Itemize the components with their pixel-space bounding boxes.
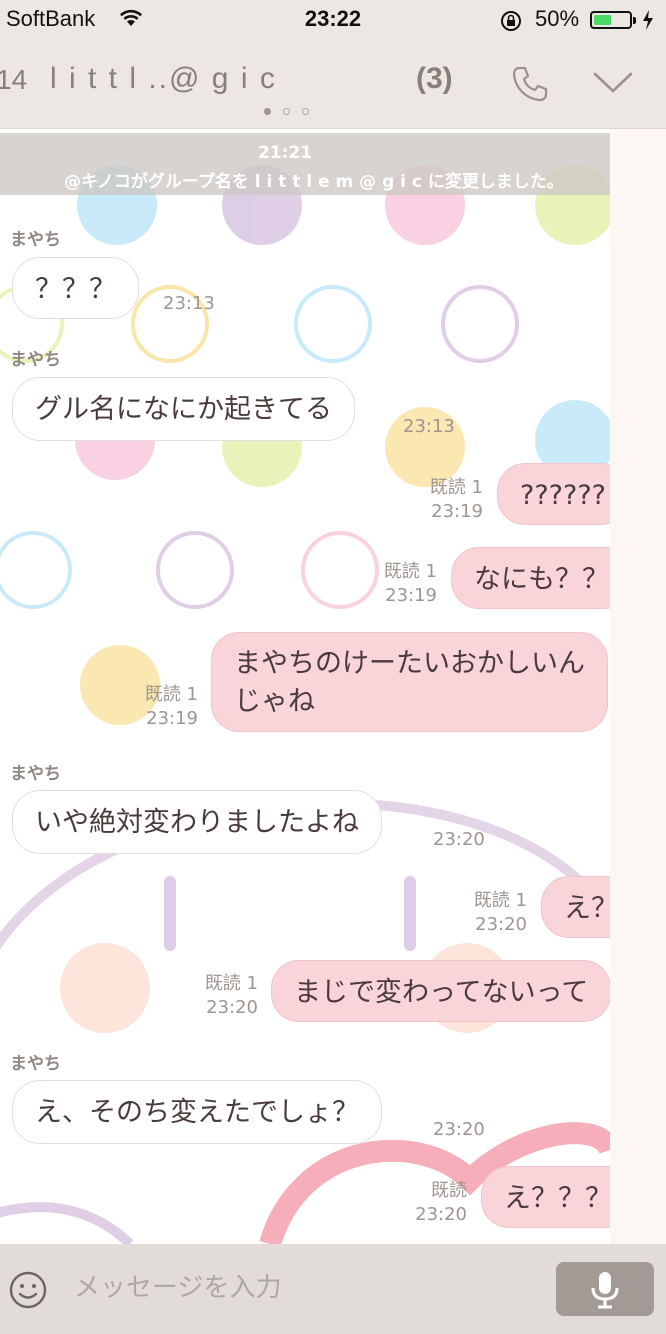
message-time: 23:13 bbox=[403, 416, 455, 437]
group-title[interactable]: l i t t l ..@ g i c bbox=[50, 62, 277, 96]
read-receipt: 既読 1 bbox=[204, 973, 258, 994]
system-notice: 21:21 @キノコがグループ名を l i t t l e m @ g i c … bbox=[0, 133, 610, 195]
chat-edge bbox=[610, 129, 666, 1244]
message-time: 23:19 bbox=[431, 501, 483, 522]
message-input[interactable] bbox=[58, 1260, 570, 1316]
read-receipt: 既読 1 bbox=[144, 684, 198, 705]
system-notice-text: @キノコがグループ名を l i t t l e m @ g i c に変更しまし… bbox=[64, 172, 564, 192]
page-indicator bbox=[264, 108, 309, 115]
emoji-icon[interactable] bbox=[8, 1270, 48, 1310]
message-time: 23:20 bbox=[475, 914, 527, 935]
message-bubble-outgoing[interactable]: なにも？？ bbox=[451, 547, 610, 609]
read-receipt: 既読 1 bbox=[429, 477, 483, 498]
phone-icon[interactable] bbox=[510, 64, 550, 104]
chat-area[interactable]: 21:21 @キノコがグループ名を l i t t l e m @ g i c … bbox=[0, 129, 610, 1244]
message-bubble-incoming[interactable]: いや絶対変わりましたよね bbox=[12, 790, 382, 854]
message-time: 23:20 bbox=[415, 1204, 467, 1225]
read-receipt: 既読 1 bbox=[473, 890, 527, 911]
message-line: じゃね bbox=[234, 686, 315, 717]
page-dot bbox=[283, 108, 290, 115]
message-bubble-outgoing[interactable]: え？？？ bbox=[481, 1166, 610, 1228]
message-bubble-incoming[interactable]: ？？？ bbox=[12, 257, 139, 319]
charging-icon bbox=[643, 10, 653, 30]
message-composer bbox=[0, 1244, 666, 1334]
message-sender: まやち bbox=[10, 1054, 61, 1074]
system-notice-time: 21:21 bbox=[257, 143, 313, 163]
page-dot bbox=[264, 108, 271, 115]
rotation-lock-icon bbox=[501, 11, 521, 31]
status-bar: SoftBank 23:22 50% bbox=[0, 0, 666, 40]
message-time: 23:19 bbox=[385, 585, 437, 606]
battery-percent: 50% bbox=[535, 6, 580, 31]
microphone-icon bbox=[591, 1272, 619, 1309]
message-time: 23:19 bbox=[146, 708, 198, 729]
message-bubble-outgoing[interactable]: え？ bbox=[541, 876, 610, 938]
chevron-down-icon[interactable] bbox=[592, 70, 634, 96]
page-dot bbox=[302, 108, 309, 115]
message-sender: まやち bbox=[10, 764, 61, 784]
battery-tip bbox=[633, 17, 636, 24]
message-bubble-incoming[interactable]: え、そのち変えたでしょ？ bbox=[12, 1080, 382, 1144]
message-bubble-incoming[interactable]: グル名になにか起きてる bbox=[12, 377, 355, 441]
message-line: まやちのけーたいおかしいん bbox=[234, 648, 585, 679]
mic-button[interactable] bbox=[556, 1262, 654, 1316]
back-unread-count[interactable]: 14 bbox=[0, 64, 27, 96]
message-time: 23:20 bbox=[206, 997, 258, 1018]
read-receipt: 既読 bbox=[431, 1180, 467, 1201]
message-time: 23:13 bbox=[163, 293, 215, 314]
message-sender: まやち bbox=[10, 230, 61, 250]
message-time: 23:20 bbox=[433, 829, 485, 850]
chat-header: 14 l i t t l ..@ g i c (3) bbox=[0, 40, 666, 129]
message-bubble-outgoing[interactable]: まやちのけーたいおかしいん じゃね bbox=[211, 632, 608, 732]
message-bubble-outgoing[interactable]: ?????? bbox=[497, 463, 610, 525]
read-receipt: 既読 1 bbox=[383, 561, 437, 582]
message-sender: まやち bbox=[10, 350, 61, 370]
message-bubble-outgoing[interactable]: まじで変わってないって bbox=[271, 960, 610, 1022]
battery-icon bbox=[590, 11, 632, 29]
message-time: 23:20 bbox=[433, 1119, 485, 1140]
member-count: (3) bbox=[416, 62, 453, 95]
